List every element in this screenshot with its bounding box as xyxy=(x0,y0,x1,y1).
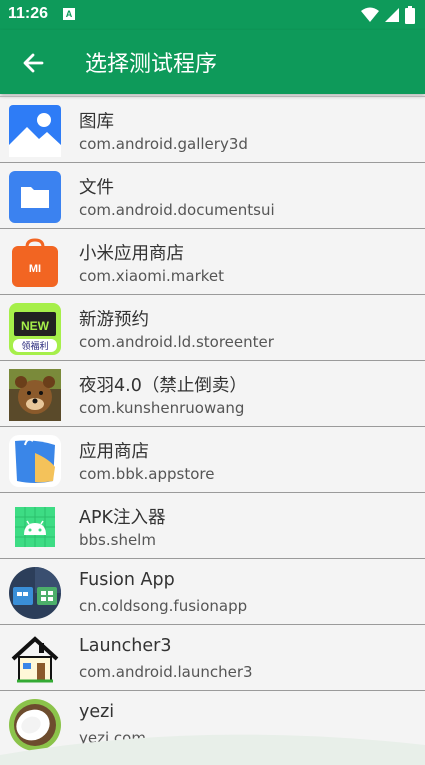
app-store-bag-icon xyxy=(9,435,61,487)
status-icons xyxy=(361,6,415,24)
list-item[interactable]: NEW 领福利 新游预约 com.android.ld.storeenter xyxy=(0,295,425,361)
list-item[interactable]: APK注入器 bbs.shelm xyxy=(0,493,425,559)
app-package: com.bbk.appstore xyxy=(79,465,215,483)
list-item[interactable]: 应用商店 com.bbk.appstore xyxy=(0,427,425,493)
app-package: com.xiaomi.market xyxy=(79,267,224,285)
signal-icon xyxy=(385,8,399,22)
background-wave xyxy=(0,734,425,765)
app-name: Fusion App xyxy=(79,570,175,590)
app-name: APK注入器 xyxy=(79,508,166,528)
app-package: com.android.documentsui xyxy=(79,201,275,219)
app-package: com.android.ld.storeenter xyxy=(79,333,274,351)
bear-avatar-icon xyxy=(9,369,61,421)
app-bar: 选择测试程序 xyxy=(0,30,425,94)
android-icon xyxy=(15,507,55,547)
icon-text: MI xyxy=(29,263,41,275)
xiaomi-market-icon: MI xyxy=(12,238,58,287)
app-name: 小米应用商店 xyxy=(79,244,184,264)
status-time: 11:26 xyxy=(8,5,49,22)
wifi-icon xyxy=(361,7,379,22)
app-package: com.kunshenruowang xyxy=(79,399,245,417)
list-item[interactable]: 文件 com.android.documentsui xyxy=(0,163,425,229)
notification-icon: A xyxy=(63,8,75,20)
app-package: com.android.gallery3d xyxy=(79,135,248,153)
app-name: 夜羽4.0（禁止倒卖） xyxy=(79,376,247,396)
app-name: 新游预约 xyxy=(79,310,149,330)
list-item[interactable]: MI 小米应用商店 com.xiaomi.market xyxy=(0,229,425,295)
app-name: 图库 xyxy=(79,112,114,132)
app-package: bbs.shelm xyxy=(79,531,156,549)
back-arrow-icon[interactable] xyxy=(18,48,48,78)
app-name: 文件 xyxy=(79,178,114,198)
list-item[interactable]: 夜羽4.0（禁止倒卖） com.kunshenruowang xyxy=(0,361,425,427)
battery-icon xyxy=(405,6,415,24)
icon-subtext: 领福利 xyxy=(21,340,48,352)
fusion-app-icon xyxy=(9,567,61,619)
status-bar: 11:26 A xyxy=(0,0,425,30)
list-item[interactable]: Fusion App cn.coldsong.fusionapp xyxy=(0,559,425,625)
app-name: 应用商店 xyxy=(79,442,149,462)
icon-text: NEW xyxy=(21,319,50,333)
app-package: cn.coldsong.fusionapp xyxy=(79,597,248,615)
new-game-icon: NEW 领福利 xyxy=(9,303,61,355)
app-name: yezi xyxy=(79,702,115,722)
app-package: com.android.launcher3 xyxy=(79,663,253,681)
list-item[interactable]: Launcher3 com.android.launcher3 xyxy=(0,625,425,691)
folder-icon xyxy=(9,171,61,223)
app-list: 图库 com.android.gallery3d 文件 com.android.… xyxy=(0,96,425,757)
house-icon xyxy=(11,636,59,683)
page-title: 选择测试程序 xyxy=(85,52,218,77)
gallery-icon xyxy=(9,105,61,157)
app-name: Launcher3 xyxy=(79,636,172,656)
list-item[interactable]: 图库 com.android.gallery3d xyxy=(0,96,425,163)
